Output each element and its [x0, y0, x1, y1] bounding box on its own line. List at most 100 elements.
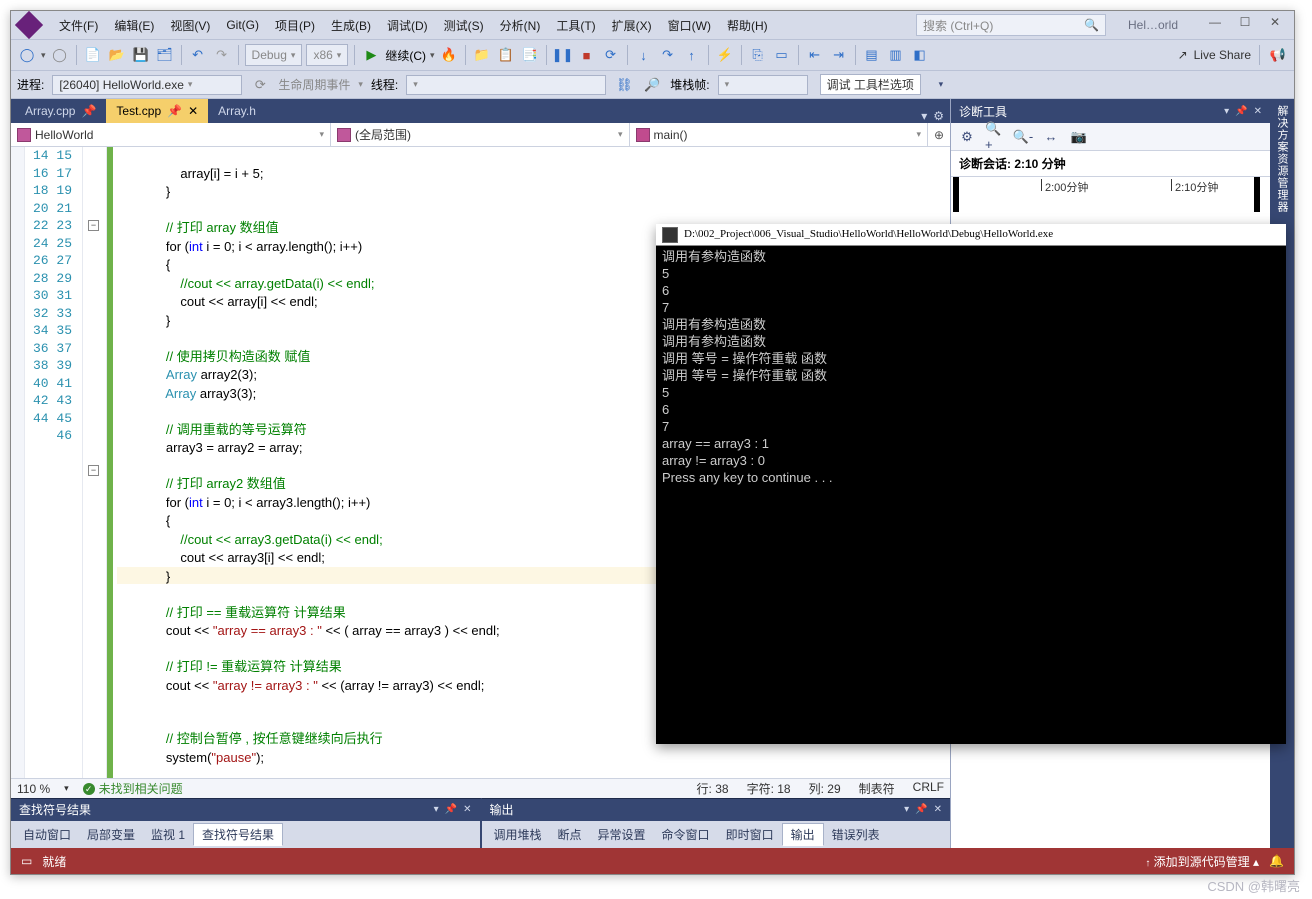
thread-tool-icon[interactable]: ⛓ [614, 75, 634, 95]
panel-close-icon[interactable]: ✕ [463, 804, 471, 815]
nav-function[interactable]: main()▾ [630, 123, 929, 146]
tab-watch[interactable]: 监视 1 [143, 824, 193, 845]
menu-git[interactable]: Git(G) [220, 18, 265, 32]
tool-icon-2[interactable]: ⎘ [748, 45, 768, 65]
tab-array-cpp[interactable]: Array.cpp📌 [15, 99, 106, 123]
new-file-icon[interactable]: 📄 [83, 45, 103, 65]
console-window[interactable]: D:\002_Project\006_Visual_Studio\HelloWo… [656, 224, 1286, 744]
tab-callstack[interactable]: 调用堆栈 [486, 824, 550, 845]
panel-close-icon[interactable]: ✕ [1254, 106, 1262, 117]
fold-toggle-icon[interactable]: − [88, 465, 99, 476]
line-ending[interactable]: CRLF [913, 780, 944, 797]
tab-errorlist[interactable]: 错误列表 [824, 824, 888, 845]
menu-window[interactable]: 窗口(W) [662, 17, 717, 34]
diag-header[interactable]: 诊断工具▾📌✕ [951, 99, 1270, 123]
panel-symbols-header[interactable]: 查找符号结果▾📌✕ [11, 799, 480, 821]
feedback-icon[interactable]: 📢 [1268, 45, 1288, 65]
thread-search-icon[interactable]: 🔎 [642, 75, 662, 95]
save-icon[interactable]: 💾 [131, 45, 151, 65]
continue-button[interactable]: 继续(C) [385, 47, 426, 64]
config-combo[interactable]: Debug [245, 44, 303, 66]
menu-tools[interactable]: 工具(T) [550, 17, 601, 34]
panel-dropdown-icon[interactable]: ▾ [434, 804, 439, 815]
diag-settings-icon[interactable]: ⚙ [957, 127, 977, 147]
menu-build[interactable]: 生成(B) [325, 17, 377, 34]
comment-icon[interactable]: ▤ [862, 45, 882, 65]
tab-exceptions[interactable]: 异常设置 [590, 824, 654, 845]
menu-file[interactable]: 文件(F) [53, 17, 104, 34]
menu-edit[interactable]: 编辑(E) [108, 17, 160, 34]
tab-symbols[interactable]: 查找符号结果 [193, 823, 283, 846]
lifecycle-icon[interactable]: ⟳ [250, 75, 270, 95]
redo-icon[interactable]: ↷ [212, 45, 232, 65]
doc-icon[interactable]: 📋 [496, 45, 516, 65]
diag-reset-icon[interactable]: ↔ [1041, 127, 1061, 147]
uncomment-icon[interactable]: ▥ [886, 45, 906, 65]
fold-margin[interactable]: − − [83, 147, 107, 778]
tab-menu-icon[interactable]: ▾ [921, 109, 927, 123]
folder-icon[interactable]: 📁 [472, 45, 492, 65]
notifications-icon[interactable]: 🔔 [1269, 854, 1284, 868]
step-out-icon[interactable]: ↑ [682, 45, 702, 65]
panel-dropdown-icon[interactable]: ▾ [904, 804, 909, 815]
tab-output[interactable]: 输出 [782, 823, 824, 846]
continue-icon[interactable]: ▶ [361, 45, 381, 65]
menu-view[interactable]: 视图(V) [164, 17, 216, 34]
hot-reload-icon[interactable]: 🔥 [439, 45, 459, 65]
diag-zoomout-icon[interactable]: 🔍- [1013, 127, 1033, 147]
panel-dropdown-icon[interactable]: ▾ [1224, 106, 1229, 117]
restart-icon[interactable]: ⟳ [601, 45, 621, 65]
no-issues-indicator[interactable]: ✓未找到相关问题 [83, 780, 183, 797]
tab-array-h[interactable]: Array.h [208, 99, 266, 123]
panel-output-header[interactable]: 输出▾📌✕ [482, 799, 951, 821]
panel-pin-icon[interactable]: 📌 [915, 804, 927, 815]
tab-command[interactable]: 命令窗口 [654, 824, 718, 845]
tool-icon-3[interactable]: ▭ [772, 45, 792, 65]
indent-left-icon[interactable]: ⇤ [805, 45, 825, 65]
menu-analyze[interactable]: 分析(N) [494, 17, 547, 34]
close-button[interactable]: ✕ [1260, 15, 1290, 35]
stop-icon[interactable]: ■ [577, 45, 597, 65]
nav-split-icon[interactable]: ⊕ [928, 123, 950, 146]
toolbar-overflow-icon[interactable]: ▾ [931, 75, 951, 95]
stackframe-combo[interactable] [718, 75, 808, 95]
step-into-icon[interactable]: ↓ [634, 45, 654, 65]
undo-icon[interactable]: ↶ [188, 45, 208, 65]
minimize-button[interactable]: — [1200, 15, 1230, 35]
tab-breakpoints[interactable]: 断点 [550, 824, 590, 845]
menu-extensions[interactable]: 扩展(X) [606, 17, 658, 34]
indent-right-icon[interactable]: ⇥ [829, 45, 849, 65]
add-source-control[interactable]: ↑ 添加到源代码管理 ▴ [1145, 853, 1259, 870]
nav-project[interactable]: HelloWorld▾ [11, 123, 331, 146]
maximize-button[interactable]: ☐ [1230, 15, 1260, 35]
menu-test[interactable]: 测试(S) [438, 17, 490, 34]
tab-immediate[interactable]: 即时窗口 [718, 824, 782, 845]
menu-debug[interactable]: 调试(D) [381, 17, 434, 34]
menu-help[interactable]: 帮助(H) [721, 17, 774, 34]
diag-timeline[interactable]: 2:00分钟 2:10分钟 [951, 176, 1270, 212]
tab-auto[interactable]: 自动窗口 [15, 824, 79, 845]
step-over-icon[interactable]: ↷ [658, 45, 678, 65]
navigate-back-icon[interactable]: ◯ [17, 45, 37, 65]
fold-toggle-icon[interactable]: − [88, 220, 99, 231]
panel-pin-icon[interactable]: 📌 [1235, 106, 1247, 117]
panel-close-icon[interactable]: ✕ [934, 804, 942, 815]
diag-snapshot-icon[interactable]: 📷 [1069, 127, 1089, 147]
navigate-fwd-icon[interactable]: ◯ [50, 45, 70, 65]
panel-pin-icon[interactable]: 📌 [445, 804, 457, 815]
zoom-level[interactable]: 110 % [17, 782, 50, 796]
process-combo[interactable]: [26040] HelloWorld.exe [52, 75, 242, 95]
nav-scope[interactable]: (全局范围)▾ [331, 123, 630, 146]
tab-gear-icon[interactable]: ⚙ [933, 109, 944, 123]
close-tab-icon[interactable]: ✕ [188, 104, 198, 118]
bookmark-icon[interactable]: ◧ [910, 45, 930, 65]
menu-project[interactable]: 项目(P) [269, 17, 321, 34]
tool-icon-1[interactable]: ⚡ [715, 45, 735, 65]
diag-zoomin-icon[interactable]: 🔍+ [985, 127, 1005, 147]
tab-test-cpp[interactable]: Test.cpp📌✕ [106, 99, 208, 123]
platform-combo[interactable]: x86 [306, 44, 348, 66]
props-icon[interactable]: 📑 [520, 45, 540, 65]
search-input[interactable]: 搜索 (Ctrl+Q) 🔍 [916, 14, 1106, 36]
live-share-button[interactable]: Live Share [1194, 48, 1251, 62]
saveall-icon[interactable]: 🗂 [155, 45, 175, 65]
